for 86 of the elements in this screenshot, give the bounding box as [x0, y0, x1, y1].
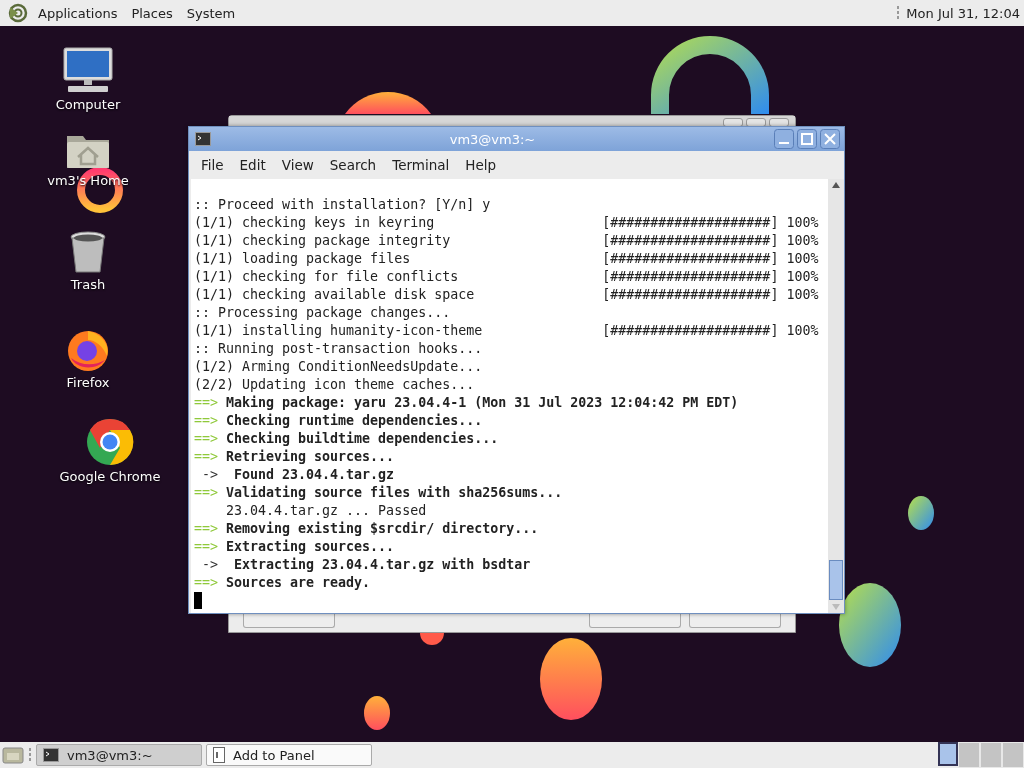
progress-bar-text: [####################] [602, 268, 779, 286]
substep-marker: -> [201, 466, 219, 484]
output-line: Retrieving sources... [226, 448, 395, 466]
progress-percent: 100% [786, 214, 819, 232]
step-marker: ==> [194, 394, 220, 412]
progress-bar-text: [####################] [602, 232, 779, 250]
panel-handle-icon [28, 747, 32, 763]
scroll-up-icon[interactable] [832, 182, 840, 188]
menu-item[interactable]: File [195, 157, 230, 173]
step-marker: ==> [194, 412, 220, 430]
menu-item[interactable]: Search [323, 157, 383, 173]
progress-percent: 100% [786, 268, 819, 286]
output-line: (1/1) checking keys in keyring [194, 214, 436, 232]
output-line: 23.04.4.tar.gz ... Passed [225, 502, 427, 520]
output-line: (1/1) checking package integrity [194, 232, 452, 250]
wallpaper-shape [364, 696, 390, 730]
output-line: Sources are ready. [226, 574, 371, 592]
distro-logo-icon[interactable] [8, 3, 28, 23]
output-line: :: Running post-transaction hooks... [194, 340, 483, 358]
step-marker: ==> [194, 520, 220, 538]
step-marker: ==> [194, 574, 220, 592]
progress-percent: 100% [786, 250, 819, 268]
output-line: (1/1) checking for file conflicts [194, 268, 460, 286]
taskbar-button[interactable]: vm3@vm3:~ [36, 744, 202, 766]
output-line: Checking buildtime dependencies... [226, 430, 499, 448]
show-desktop-icon[interactable] [2, 745, 24, 765]
output-line: :: Processing package changes... [194, 304, 451, 322]
progress-percent: 100% [786, 286, 819, 304]
output-line: (1/1) installing humanity-icon-theme [194, 322, 484, 340]
substep-marker: -> [201, 556, 219, 574]
close-icon[interactable] [820, 129, 840, 149]
output-line: (2/2) Updating icon theme caches... [194, 376, 475, 394]
panel-menu[interactable]: Places [127, 5, 177, 21]
workspace-button[interactable] [938, 742, 958, 766]
panel-handle-icon [896, 5, 901, 21]
menu-item[interactable]: Terminal [386, 157, 456, 173]
minimize-icon[interactable] [774, 129, 794, 149]
terminal-icon [195, 132, 211, 146]
progress-percent: 100% [786, 322, 819, 340]
output-line: Found 23.04.4.tar.gz [234, 466, 395, 484]
progress-bar-text: [####################] [602, 250, 779, 268]
chrome-icon [86, 418, 134, 466]
output-line: (1/1) loading package files [194, 250, 412, 268]
desktop-icon[interactable]: Computer [28, 46, 148, 112]
output-line: :: Proceed with installation? [Y/n] y [194, 196, 491, 214]
scrollbar-thumb[interactable] [829, 560, 843, 600]
step-marker: ==> [194, 538, 220, 556]
window-icon [213, 747, 225, 763]
clock[interactable]: Mon Jul 31, 12:04 [906, 5, 1020, 21]
trash-icon [69, 230, 107, 274]
progress-percent: 100% [786, 232, 819, 250]
panel-menu[interactable]: System [182, 5, 240, 21]
output-line: Making package: yaru 23.04.4-1 (Mon 31 Jul 2023 12:04:42 PM EDT) [226, 394, 739, 412]
computer-icon [62, 46, 114, 94]
taskbar-button[interactable]: Add to Panel [206, 744, 372, 766]
menu-item[interactable]: Edit [233, 157, 272, 173]
desktop-icon-label: Google Chrome [59, 469, 161, 484]
menu-item[interactable]: Help [459, 157, 503, 173]
desktop-icon[interactable]: Trash [28, 230, 148, 292]
step-marker: ==> [194, 448, 220, 466]
progress-bar-text: [####################] [602, 286, 779, 304]
output-line: Removing existing $srcdir/ directory... [226, 520, 539, 538]
terminal-icon [43, 748, 59, 762]
step-marker: ==> [194, 430, 220, 448]
step-marker: ==> [194, 484, 220, 502]
scrollbar[interactable] [828, 179, 844, 613]
desktop-icon-label: Firefox [66, 375, 110, 390]
wallpaper-shape [420, 633, 444, 645]
panel-menu[interactable]: Applications [34, 5, 122, 21]
output-line: Extracting 23.04.4.tar.gz with bsdtar [234, 556, 531, 574]
scroll-down-icon[interactable] [832, 604, 840, 610]
output-line: (1/1) checking available disk space [194, 286, 476, 304]
maximize-icon[interactable] [797, 129, 817, 149]
desktop-icon-label: Trash [70, 277, 106, 292]
desktop-icon[interactable]: Firefox [28, 326, 148, 390]
output-line: Validating source files with sha256sums... [226, 484, 563, 502]
output-line: Extracting sources... [226, 538, 395, 556]
output-line: (1/2) Arming ConditionNeedsUpdate... [194, 358, 483, 376]
menu-item[interactable]: View [275, 157, 320, 173]
progress-bar-text: [####################] [602, 214, 779, 232]
output-line: Checking runtime dependencies... [226, 412, 483, 430]
window-title: vm3@vm3:~ [448, 131, 537, 147]
desktop-icon-label: Computer [55, 97, 121, 112]
progress-bar-text: [####################] [602, 322, 779, 340]
desktop-icon[interactable]: Google Chrome [50, 418, 170, 484]
wallpaper-shape [908, 496, 934, 530]
